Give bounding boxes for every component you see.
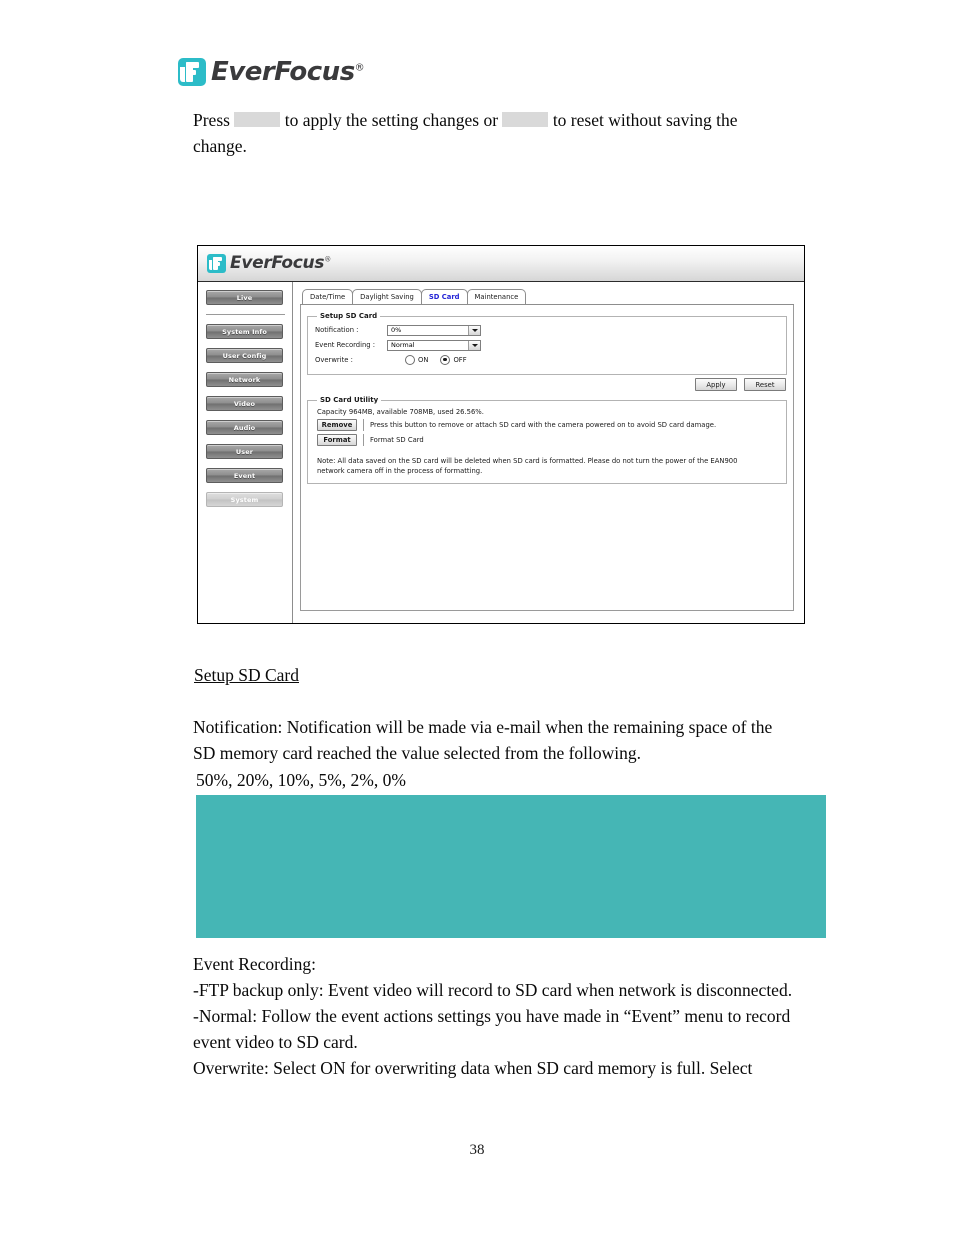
intro-text-part1: Press (193, 110, 230, 130)
sd-card-utility-legend: SD Card Utility (320, 396, 379, 404)
registered-mark-icon: ® (354, 62, 365, 74)
screenshot-figure: EverFocus® Live System Info User Config … (197, 245, 805, 624)
capacity-status-text: Capacity 964MB, available 708MB, used 26… (317, 408, 484, 416)
everfocus-logo-icon (178, 58, 206, 86)
notification-select[interactable]: 0% (387, 324, 481, 336)
app-brand-name: EverFocus (230, 253, 325, 273)
redacted-apply-button-token (234, 112, 281, 127)
notification-values-line: 50%, 20%, 10%, 5%, 2%, 0% (196, 770, 406, 790)
page-brand-logo: EverFocus® (178, 57, 365, 87)
sidebar-item-user-config[interactable]: User Config (206, 348, 283, 363)
notification-row: Notification : 0% (315, 323, 779, 337)
event-recording-label: Event Recording : (315, 341, 376, 349)
setup-sd-card-group: Setup SD Card Notification : 0% Event Re… (307, 312, 787, 375)
notification-label: Notification : (315, 326, 359, 334)
event-recording-line4: Overwrite: Select ON for overwriting dat… (193, 1058, 753, 1078)
sidebar-nav: Live System Info User Config Network Vid… (198, 282, 293, 623)
event-recording-select[interactable]: Normal (387, 339, 481, 351)
app-body: Live System Info User Config Network Vid… (198, 282, 804, 623)
event-recording-paragraph: Event Recording: -FTP backup only: Event… (193, 951, 813, 1081)
brand-name: EverFocus (211, 57, 355, 87)
redacted-image-block (196, 795, 826, 938)
setup-sd-card-legend: Setup SD Card (320, 312, 378, 320)
chevron-down-icon[interactable] (468, 325, 480, 335)
app-everfocus-logo-icon (207, 254, 226, 273)
setup-action-row: Apply Reset (307, 378, 786, 391)
reset-button[interactable]: Reset (744, 378, 786, 391)
tab-date-time[interactable]: Date/Time (302, 289, 354, 304)
sidebar-item-event[interactable]: Event (206, 468, 283, 483)
event-recording-line3: -Normal: Follow the event actions settin… (193, 1006, 791, 1052)
app-header-bar: EverFocus® (198, 246, 804, 282)
sidebar-divider (206, 314, 285, 315)
format-row: Format Format SD Card (317, 434, 779, 446)
format-warning-note: Note: All data saved on the SD card will… (317, 457, 738, 475)
format-button[interactable]: Format (317, 434, 357, 446)
overwrite-row: Overwrite : ON OFF (315, 353, 779, 367)
overwrite-off-label: OFF (453, 356, 467, 364)
overwrite-radio-group: ON OFF (405, 355, 479, 365)
remove-description: Press this button to remove or attach SD… (363, 419, 716, 431)
intro-paragraph: Press to apply the setting changes or to… (193, 107, 793, 159)
overwrite-radio-off[interactable] (440, 355, 451, 365)
remove-button[interactable]: Remove (317, 419, 357, 431)
event-recording-selected-value: Normal (391, 341, 415, 349)
apply-button[interactable]: Apply (695, 378, 737, 391)
sidebar-item-system-info[interactable]: System Info (206, 324, 283, 339)
overwrite-label: Overwrite : (315, 356, 353, 364)
sidebar-item-network[interactable]: Network (206, 372, 283, 387)
page-number: 38 (469, 1142, 485, 1158)
chevron-down-icon[interactable] (468, 340, 480, 350)
content-area: Date/Time Daylight Saving SD Card Mainte… (293, 282, 804, 623)
remove-row: Remove Press this button to remove or at… (317, 419, 779, 431)
event-recording-row: Event Recording : Normal (315, 338, 779, 352)
tab-sd-card[interactable]: SD Card (420, 289, 468, 304)
notification-paragraph: Notification: Notification will be made … (193, 717, 773, 763)
overwrite-on-label: ON (418, 356, 429, 364)
intro-text-part2: to apply the setting changes or (284, 110, 499, 130)
sidebar-item-live[interactable]: Live (206, 290, 283, 305)
overwrite-radio-on[interactable] (405, 355, 415, 365)
sidebar-item-user[interactable]: User (206, 444, 283, 459)
format-description: Format SD Card (363, 434, 424, 446)
section-heading-setup-sd-card: Setup SD Card (194, 665, 299, 685)
tab-strip: Date/Time Daylight Saving SD Card Mainte… (300, 289, 794, 305)
tab-panel-sd-card: Setup SD Card Notification : 0% Event Re… (300, 305, 794, 611)
app-registered-mark-icon: ® (324, 255, 331, 264)
event-recording-line1: Event Recording: (193, 954, 316, 974)
sd-card-utility-group: SD Card Utility Capacity 964MB, availabl… (307, 396, 787, 484)
brand-wordmark: EverFocus® (211, 57, 365, 87)
sidebar-item-video[interactable]: Video (206, 396, 283, 411)
event-recording-line2: -FTP backup only: Event video will recor… (193, 980, 793, 1000)
app-brand-wordmark: EverFocus® (230, 255, 331, 272)
sidebar-item-audio[interactable]: Audio (206, 420, 283, 435)
tab-daylight-saving[interactable]: Daylight Saving (352, 289, 422, 304)
sidebar-item-system[interactable]: System (206, 492, 283, 507)
notification-selected-value: 0% (391, 326, 402, 334)
redacted-reset-button-token (502, 112, 549, 127)
tab-maintenance[interactable]: Maintenance (466, 289, 527, 304)
